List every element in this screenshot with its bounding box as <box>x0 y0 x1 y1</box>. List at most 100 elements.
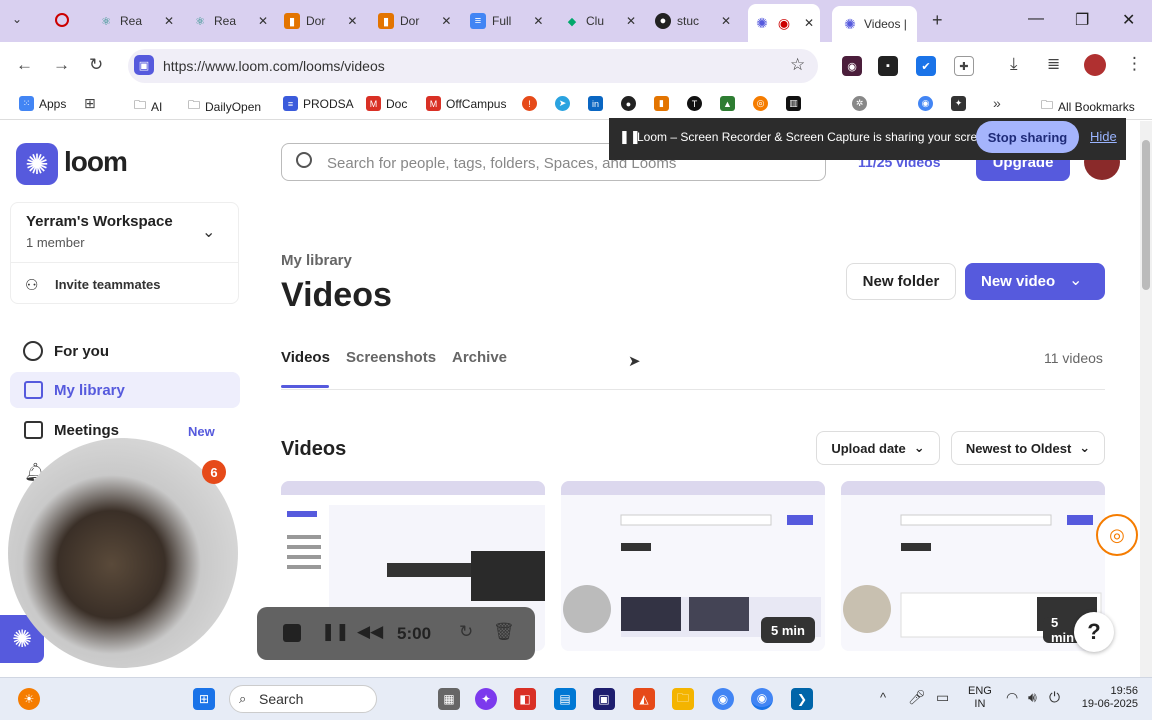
microphone-icon[interactable]: 🎤︎ <box>908 689 926 706</box>
menu-icon[interactable]: ⋮ <box>1126 54 1143 74</box>
language-indicator[interactable]: ENG IN <box>968 685 992 711</box>
tray-chevron-icon[interactable]: ^ <box>880 690 886 705</box>
sort-order-dropdown[interactable]: Newest to Oldest ⌄ <box>951 431 1105 465</box>
maximize-button[interactable]: ❐ <box>1075 10 1089 30</box>
extension-icon[interactable]: ◉ <box>842 56 862 76</box>
scrollbar-thumb[interactable] <box>1142 140 1150 290</box>
hide-banner-link[interactable]: Hide <box>1090 129 1117 144</box>
bookmark-doc[interactable]: M Doc <box>366 96 407 111</box>
browser-tab[interactable]: ≡ Full ✕ <box>470 6 543 36</box>
close-icon[interactable]: ✕ <box>164 14 174 28</box>
sort-field-dropdown[interactable]: Upload date ⌄ <box>816 431 940 465</box>
drive-icon[interactable]: ▲ <box>720 96 735 111</box>
extensions-puzzle-icon[interactable]: ✚ <box>954 56 974 76</box>
sidebar-item-for-you[interactable]: For you <box>54 343 109 360</box>
office-icon[interactable]: ◧ <box>514 688 536 710</box>
bookmark-folder-dailyopen[interactable]: 🗀 DailyOpen <box>188 96 261 117</box>
weather-icon[interactable]: ☀ <box>18 688 40 710</box>
browser-tab[interactable]: ◆ Clu ✕ <box>564 6 636 36</box>
url-text[interactable]: https://www.loom.com/looms/videos <box>163 58 385 74</box>
close-icon[interactable]: ✕ <box>347 14 357 28</box>
stop-sharing-button[interactable]: Stop sharing <box>976 121 1079 153</box>
extension-icon[interactable]: ▪ <box>878 56 898 76</box>
file-explorer-icon[interactable]: 🗀 <box>672 688 694 710</box>
reload-icon[interactable]: ↻ <box>89 55 103 75</box>
power-icon[interactable]: ⏻ <box>1049 689 1060 706</box>
extension-icon[interactable]: ✔ <box>916 56 936 76</box>
extension-floating-icon[interactable]: ◎ <box>1096 514 1138 556</box>
tab-screenshots[interactable]: Screenshots <box>346 349 436 366</box>
forward-icon[interactable]: → <box>53 55 70 75</box>
telegram-icon[interactable]: ➤ <box>555 96 570 111</box>
bookmark-icon[interactable]: ! <box>522 96 537 111</box>
tab-videos[interactable]: Videos <box>281 349 330 366</box>
bookmark-folder-ai[interactable]: 🗀 AI <box>134 96 162 117</box>
tab-groups-icon[interactable]: ⊞ <box>84 95 96 112</box>
media-icon[interactable]: ≣ <box>1047 54 1060 74</box>
bookmark-icon[interactable]: ◎ <box>753 96 768 111</box>
rewind-icon[interactable]: ◀◀ <box>357 622 383 642</box>
chrome-icon[interactable]: ◉ <box>918 96 933 111</box>
download-icon[interactable]: ⤓ <box>1010 54 1018 74</box>
bookmark-icon[interactable]: T <box>687 96 702 111</box>
store-icon[interactable]: ▤ <box>554 688 576 710</box>
wifi-icon[interactable]: ◠ <box>1006 689 1018 706</box>
browser-tab[interactable]: ▮ Dor ✕ <box>284 6 357 36</box>
profile-avatar[interactable] <box>1084 54 1106 76</box>
close-icon[interactable]: ✕ <box>258 14 268 28</box>
chrome-icon[interactable]: ◉ <box>712 688 734 710</box>
close-icon[interactable]: ✕ <box>804 16 814 30</box>
stop-icon[interactable] <box>283 624 301 642</box>
chart-icon[interactable]: ▮ <box>654 96 669 111</box>
new-video-button[interactable]: New video <box>965 263 1105 300</box>
site-info-icon[interactable]: ▣ <box>134 55 154 75</box>
windows-start-icon[interactable]: ⊞ <box>193 688 215 710</box>
loom-logo-icon[interactable]: ✺ <box>16 143 58 185</box>
task-view-icon[interactable]: ▦ <box>438 688 460 710</box>
chevron-down-icon[interactable]: ⌄ <box>1069 270 1082 290</box>
browser-tab-loom[interactable]: ✺ ◉ ✕ <box>748 4 821 42</box>
trash-icon[interactable]: 🗑︎ <box>493 622 515 642</box>
close-window-button[interactable]: ✕ <box>1122 10 1135 30</box>
browser-tab[interactable]: ⚛ Rea ✕ <box>98 6 174 36</box>
bookmark-offcampus[interactable]: M OffCampus <box>426 96 506 111</box>
battery-icon[interactable]: ▭ <box>936 689 949 706</box>
sidebar-item-my-library[interactable] <box>10 372 240 408</box>
bookmark-icon[interactable]: ✦ <box>951 96 966 111</box>
browser-tab[interactable]: ● stuc ✕ <box>655 6 731 36</box>
chrome-active-icon[interactable]: ◉ <box>751 688 773 710</box>
bookmark-star-icon[interactable]: ☆ <box>790 55 805 75</box>
tab-search-icon[interactable]: ⌄ <box>12 12 22 26</box>
loom-logo-text[interactable]: loom <box>64 146 128 178</box>
close-icon[interactable]: ✕ <box>626 14 636 28</box>
bookmark-icon[interactable]: ✲ <box>852 96 867 111</box>
restart-icon[interactable]: ↻ <box>459 622 473 642</box>
all-bookmarks[interactable]: 🗀 All Bookmarks <box>1041 96 1135 117</box>
new-folder-button[interactable]: New folder <box>846 263 956 300</box>
close-icon[interactable]: ✕ <box>721 14 731 28</box>
close-icon[interactable]: ✕ <box>533 14 543 28</box>
sidebar-item-meetings[interactable]: Meetings <box>54 422 119 439</box>
close-icon[interactable]: ✕ <box>441 14 451 28</box>
brave-icon[interactable]: ◭ <box>633 688 655 710</box>
breadcrumb[interactable]: My library <box>281 252 352 269</box>
app-icon[interactable]: ▣ <box>593 688 615 710</box>
chevron-down-icon[interactable]: ⌄ <box>202 222 215 242</box>
more-bookmarks-icon[interactable]: » <box>993 95 1001 111</box>
help-button[interactable]: ? <box>1074 612 1114 652</box>
linkedin-icon[interactable]: in <box>588 96 603 111</box>
github-icon[interactable]: ● <box>621 96 636 111</box>
back-icon[interactable]: ← <box>16 55 33 75</box>
bookmark-prodsa[interactable]: ≡ PRODSA <box>283 96 354 111</box>
bookmark-apps[interactable]: ⁙ Apps <box>19 96 66 111</box>
pause-icon[interactable]: ❚❚ <box>321 622 350 642</box>
browser-tab[interactable]: ▮ Dor ✕ <box>378 6 451 36</box>
copilot-icon[interactable]: ✦ <box>475 688 497 710</box>
new-tab-button[interactable]: + <box>932 10 943 31</box>
browser-tab-active[interactable]: ✺ Videos | <box>832 6 917 42</box>
vscode-icon[interactable]: ❯ <box>791 688 813 710</box>
minimize-button[interactable]: — <box>1028 10 1044 28</box>
workspace-name[interactable]: Yerram's Workspace <box>26 213 173 230</box>
invite-teammates-button[interactable]: Invite teammates <box>55 277 161 292</box>
bookmark-icon[interactable]: ▥ <box>786 96 801 111</box>
